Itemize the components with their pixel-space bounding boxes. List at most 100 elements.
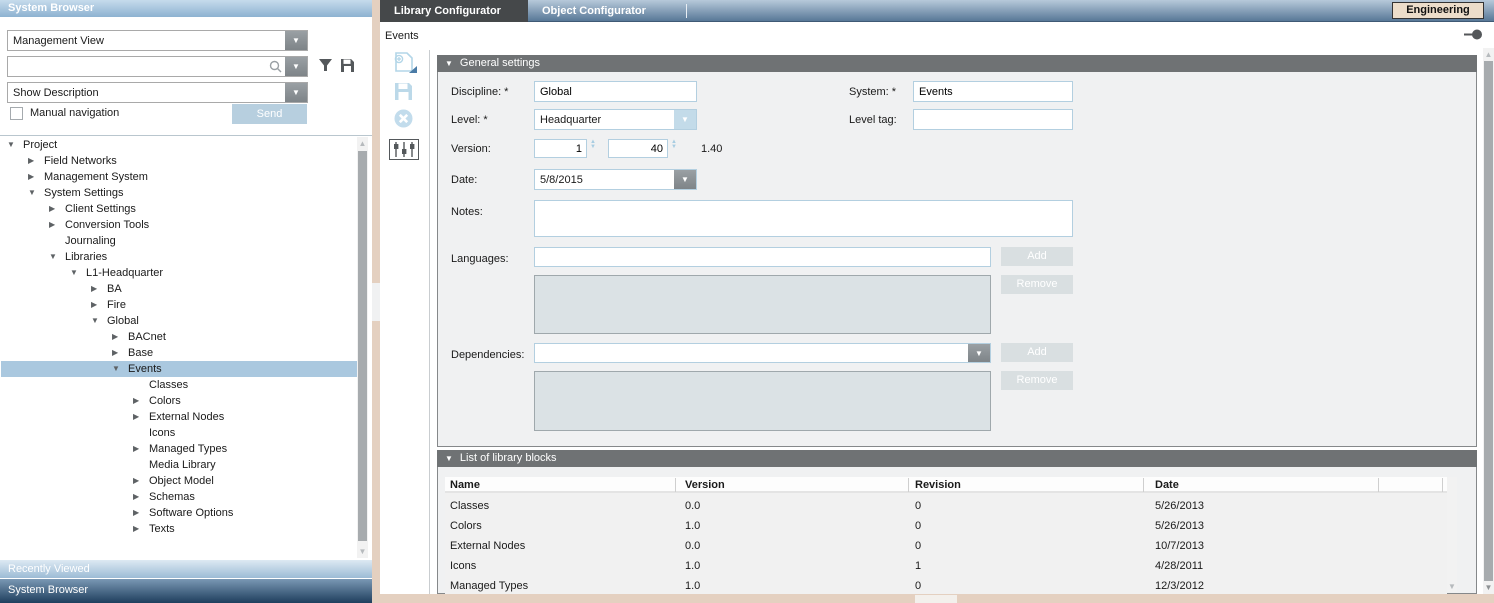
column-separator[interactable] [675,478,676,492]
settings-sliders-icon[interactable] [389,139,419,160]
level-tag-field[interactable] [913,109,1073,130]
scroll-down-icon[interactable]: ▼ [1447,582,1457,591]
tree-item-project[interactable]: ▼Project [1,137,357,153]
delete-icon[interactable] [394,109,413,128]
chevron-down-icon[interactable]: ▼ [674,170,696,189]
collapse-icon[interactable]: ▼ [445,454,453,463]
tree-scrollbar-thumb[interactable] [358,151,367,541]
tree-item-icons[interactable]: Icons [1,425,357,441]
tree-item-events[interactable]: ▼Events [1,361,357,377]
table-row-managed-types[interactable]: Managed Types1.0012/3/2012 [445,576,1447,594]
main-scrollbar-thumb[interactable] [1484,61,1493,581]
chevron-collapsed-icon[interactable]: ▶ [133,521,147,537]
languages-input[interactable] [534,247,991,267]
tree-item-software-options[interactable]: ▶Software Options [1,505,357,521]
scroll-down-icon[interactable]: ▼ [1483,583,1494,592]
save-filter-icon[interactable] [340,58,355,73]
save-icon[interactable] [394,82,413,101]
chevron-expanded-icon[interactable]: ▼ [28,185,42,201]
tree-item-field-networks[interactable]: ▶Field Networks [1,153,357,169]
system-field[interactable] [913,81,1073,102]
chevron-collapsed-icon[interactable]: ▶ [91,281,105,297]
column-separator[interactable] [1442,478,1443,492]
spinner-up-down-icon[interactable]: ▲▼ [590,140,596,150]
chevron-collapsed-icon[interactable]: ▶ [49,201,63,217]
tree-item-colors[interactable]: ▶Colors [1,393,357,409]
chevron-collapsed-icon[interactable]: ▶ [133,473,147,489]
tree-item-client-settings[interactable]: ▶Client Settings [1,201,357,217]
date-select[interactable]: 5/8/2015 ▼ [534,169,697,190]
version-major-field[interactable] [534,139,587,158]
tree-item-object-model[interactable]: ▶Object Model [1,473,357,489]
table-row-external-nodes[interactable]: External Nodes0.0010/7/2013 [445,536,1447,556]
dependencies-remove-button[interactable]: Remove [1001,371,1073,390]
table-scrollbar[interactable]: ▼ [1447,477,1457,592]
dependencies-select[interactable]: ▼ [534,343,991,363]
column-header-date[interactable]: Date [1155,477,1179,493]
discipline-field[interactable] [534,81,697,102]
table-row-classes[interactable]: Classes0.005/26/2013 [445,496,1447,516]
tree-item-media-library[interactable]: Media Library [1,457,357,473]
chevron-down-icon[interactable]: ▼ [674,110,696,129]
languages-add-button[interactable]: Add [1001,247,1073,266]
column-separator[interactable] [1378,478,1379,492]
pin-icon[interactable] [1462,28,1484,41]
chevron-collapsed-icon[interactable]: ▶ [112,345,126,361]
panel-splitter[interactable] [372,283,380,321]
tree-item-bacnet[interactable]: ▶BACnet [1,329,357,345]
new-library-icon[interactable] [392,52,418,74]
notes-field[interactable] [534,200,1073,237]
recently-viewed-bar[interactable]: Recently Viewed [0,560,372,578]
scroll-down-icon[interactable]: ▼ [357,547,368,556]
version-minor-field[interactable] [608,139,668,158]
tree-item-schemas[interactable]: ▶Schemas [1,489,357,505]
tree-item-ba[interactable]: ▶BA [1,281,357,297]
manual-navigation-checkbox[interactable] [10,107,23,120]
column-separator[interactable] [908,478,909,492]
languages-list[interactable] [534,275,991,334]
tree-item-classes[interactable]: Classes [1,377,357,393]
library-blocks-header[interactable]: ▼List of library blocks [437,450,1477,467]
tree-scrollbar[interactable]: ▲ ▼ [357,137,368,558]
tree-item-global[interactable]: ▼Global [1,313,357,329]
chevron-collapsed-icon[interactable]: ▶ [133,489,147,505]
search-box[interactable]: ▼ [7,56,308,77]
view-selector[interactable]: Management View ▼ [7,30,308,51]
tree-item-libraries[interactable]: ▼Libraries [1,249,357,265]
description-selector[interactable]: Show Description ▼ [7,82,308,103]
tree-item-l1-headquarter[interactable]: ▼L1-Headquarter [1,265,357,281]
general-settings-header[interactable]: ▼General settings [437,55,1477,72]
chevron-down-icon[interactable]: ▼ [285,57,307,76]
tree-item-external-nodes[interactable]: ▶External Nodes [1,409,357,425]
chevron-collapsed-icon[interactable]: ▶ [133,393,147,409]
dependencies-list[interactable] [534,371,991,431]
scroll-up-icon[interactable]: ▲ [1483,50,1494,59]
column-header-name[interactable]: Name [450,477,480,493]
tree-item-system-settings[interactable]: ▼System Settings [1,185,357,201]
search-input[interactable] [8,58,269,75]
engineering-button[interactable]: Engineering [1392,2,1484,19]
tree-item-management-system[interactable]: ▶Management System [1,169,357,185]
table-row-icons[interactable]: Icons1.014/28/2011 [445,556,1447,576]
send-button[interactable]: Send [232,104,307,124]
tree-item-fire[interactable]: ▶Fire [1,297,357,313]
scroll-up-icon[interactable]: ▲ [357,139,368,148]
column-header-version[interactable]: Version [685,477,725,493]
main-scrollbar[interactable]: ▲ ▼ [1483,48,1494,594]
chevron-down-icon[interactable]: ▼ [285,83,307,102]
level-select[interactable]: Headquarter ▼ [534,109,697,130]
chevron-collapsed-icon[interactable]: ▶ [49,217,63,233]
chevron-down-icon[interactable]: ▼ [968,344,990,362]
chevron-collapsed-icon[interactable]: ▶ [112,329,126,345]
spinner-up-down-icon[interactable]: ▲▼ [671,140,677,150]
tree-item-managed-types[interactable]: ▶Managed Types [1,441,357,457]
chevron-collapsed-icon[interactable]: ▶ [133,505,147,521]
chevron-collapsed-icon[interactable]: ▶ [133,409,147,425]
tree-item-conversion-tools[interactable]: ▶Conversion Tools [1,217,357,233]
chevron-collapsed-icon[interactable]: ▶ [133,441,147,457]
dependencies-add-button[interactable]: Add [1001,343,1073,362]
chevron-expanded-icon[interactable]: ▼ [70,265,84,281]
system-browser-bar[interactable]: System Browser [0,579,372,603]
chevron-collapsed-icon[interactable]: ▶ [28,153,42,169]
table-row-colors[interactable]: Colors1.005/26/2013 [445,516,1447,536]
